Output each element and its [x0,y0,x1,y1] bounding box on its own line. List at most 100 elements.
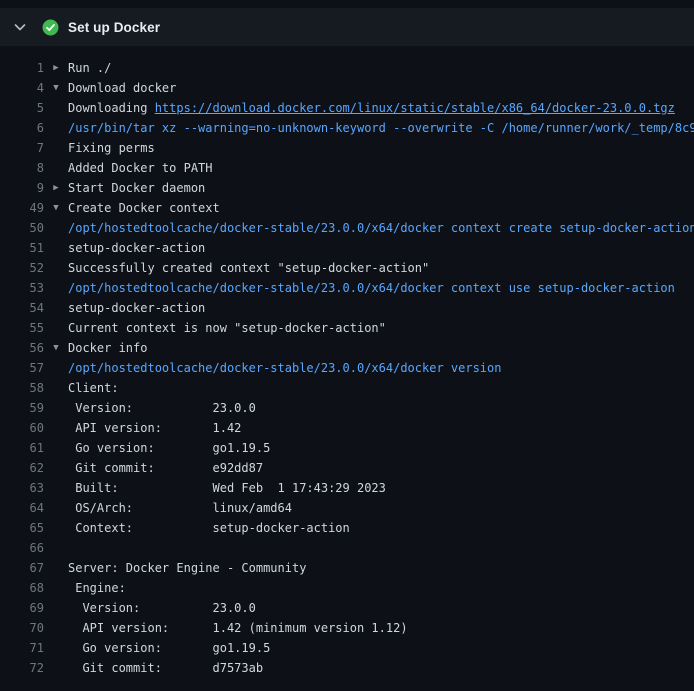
line-number[interactable]: 8 [0,158,44,178]
plain-text: Fixing perms [68,141,155,155]
log-line: 65 Context: setup-docker-action [0,518,694,538]
log-text: Client: [68,378,694,398]
log-line: 51setup-docker-action [0,238,694,258]
group-toggle-icon[interactable]: ▶ [44,58,68,78]
line-number[interactable]: 54 [0,298,44,318]
group-toggle-icon[interactable]: ▼ [44,78,68,98]
line-number[interactable]: 7 [0,138,44,158]
plain-text: Engine: [68,581,126,595]
line-number[interactable]: 61 [0,438,44,458]
log-text: Run ./ [68,58,694,78]
log-line: 1▶Run ./ [0,58,694,78]
line-number[interactable]: 6 [0,118,44,138]
plain-text: setup-docker-action [68,301,205,315]
plain-text: Create Docker context [68,201,220,215]
plain-text: Version: 23.0.0 [68,401,256,415]
arrow-spacer [44,418,68,438]
arrow-spacer [44,618,68,638]
group-toggle-icon[interactable]: ▼ [44,198,68,218]
arrow-spacer [44,98,68,118]
line-number[interactable]: 65 [0,518,44,538]
line-number[interactable]: 70 [0,618,44,638]
arrow-spacer [44,518,68,538]
arrow-spacer [44,578,68,598]
arrow-spacer [44,598,68,618]
line-number[interactable]: 55 [0,318,44,338]
arrow-spacer [44,658,68,678]
log-text [68,538,694,558]
log-line: 57/opt/hostedtoolcache/docker-stable/23.… [0,358,694,378]
line-number[interactable]: 66 [0,538,44,558]
line-number[interactable]: 67 [0,558,44,578]
plain-text: Built: Wed Feb 1 17:43:29 2023 [68,481,386,495]
plain-text: Docker info [68,341,147,355]
log-line: 5 Downloading https://download.docker.com… [0,98,694,118]
line-number[interactable]: 68 [0,578,44,598]
command-text: /opt/hostedtoolcache/docker-stable/23.0.… [68,281,675,295]
arrow-spacer [44,238,68,258]
step-header[interactable]: Set up Docker [0,8,694,46]
arrow-spacer [44,258,68,278]
group-toggle-icon[interactable]: ▶ [44,178,68,198]
line-number[interactable]: 9 [0,178,44,198]
log-text: /opt/hostedtoolcache/docker-stable/23.0.… [68,358,694,378]
log-viewer: 1▶Run ./4▼Download docker5Downloading ht… [0,46,694,678]
plain-text: Downloading [68,101,155,115]
log-line: 55 Current context is now "setup-docker-a… [0,318,694,338]
group-toggle-icon[interactable]: ▼ [44,338,68,358]
line-number[interactable]: 56 [0,338,44,358]
line-number[interactable]: 4 [0,78,44,98]
log-text: Go version: go1.19.5 [68,638,694,658]
line-number[interactable]: 64 [0,498,44,518]
log-line: 8 Added Docker to PATH [0,158,694,178]
arrow-spacer [44,378,68,398]
line-number[interactable]: 5 [0,98,44,118]
log-line: 52Successfully created context "setup-do… [0,258,694,278]
log-text: Added Docker to PATH [68,158,694,178]
line-number[interactable]: 49 [0,198,44,218]
log-line: 64 OS/Arch: linux/amd64 [0,498,694,518]
plain-text: Added Docker to PATH [68,161,213,175]
line-number[interactable]: 50 [0,218,44,238]
line-number[interactable]: 58 [0,378,44,398]
log-line: 70 API version: 1.42 (minimum version 1.… [0,618,694,638]
arrow-spacer [44,498,68,518]
line-number[interactable]: 59 [0,398,44,418]
plain-text: Context: setup-docker-action [68,521,350,535]
line-number[interactable]: 63 [0,478,44,498]
log-text: Fixing perms [68,138,694,158]
log-line: 71 Go version: go1.19.5 [0,638,694,658]
log-link[interactable]: https://download.docker.com/linux/static… [155,101,675,115]
arrow-spacer [44,278,68,298]
line-number[interactable]: 71 [0,638,44,658]
plain-text: Current context is now "setup-docker-act… [68,321,386,335]
log-text: Engine: [68,578,694,598]
line-number[interactable]: 1 [0,58,44,78]
log-line: 68 Engine: [0,578,694,598]
log-line: 72 Git commit: d7573ab [0,658,694,678]
log-text: API version: 1.42 (minimum version 1.12) [68,618,694,638]
log-text: Git commit: e92dd87 [68,458,694,478]
line-number[interactable]: 51 [0,238,44,258]
log-text: Start Docker daemon [68,178,694,198]
log-line: 50/opt/hostedtoolcache/docker-stable/23.… [0,218,694,238]
line-number[interactable]: 69 [0,598,44,618]
line-number[interactable]: 52 [0,258,44,278]
plain-text: Go version: go1.19.5 [68,641,270,655]
line-number[interactable]: 57 [0,358,44,378]
log-line: 60 API version: 1.42 [0,418,694,438]
plain-text: Start Docker daemon [68,181,205,195]
log-text: Version: 23.0.0 [68,398,694,418]
line-number[interactable]: 60 [0,418,44,438]
plain-text: API version: 1.42 [68,421,241,435]
chevron-down-icon[interactable] [12,19,28,35]
line-number[interactable]: 53 [0,278,44,298]
log-text: Create Docker context [68,198,694,218]
line-number[interactable]: 72 [0,658,44,678]
step-title: Set up Docker [68,20,160,35]
success-check-icon [42,19,59,36]
arrow-spacer [44,158,68,178]
line-number[interactable]: 62 [0,458,44,478]
log-text: Downloading https://download.docker.com/… [68,98,694,118]
log-text: /usr/bin/tar xz --warning=no-unknown-key… [68,118,694,138]
